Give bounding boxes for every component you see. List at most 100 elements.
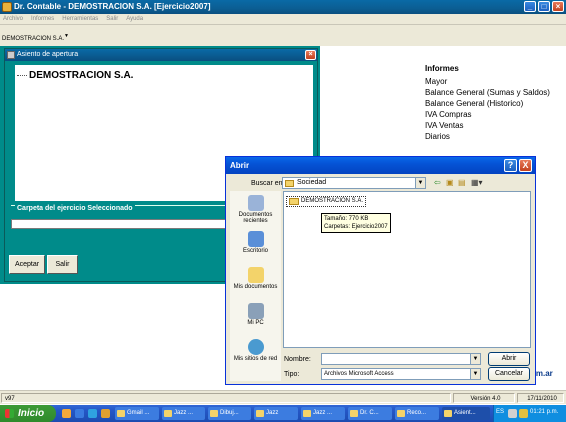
tooltip-size: Tamaño: 770 KB bbox=[324, 216, 369, 222]
menu-bar: Archivo Informes Herramientas Salir Ayud… bbox=[0, 14, 566, 25]
file-name-input[interactable]: ▼ bbox=[321, 353, 481, 365]
task-reco[interactable]: Reco... bbox=[395, 407, 439, 420]
folder-tooltip: Tamaño: 770 KB Carpetas: Ejercicio2007 bbox=[321, 213, 391, 233]
clock: 01:21 p.m. bbox=[530, 409, 559, 415]
menu-archivo[interactable]: Archivo bbox=[0, 14, 26, 25]
language-indicator[interactable]: ES bbox=[496, 409, 504, 415]
look-in-value: Sociedad bbox=[297, 179, 327, 186]
task-icon bbox=[210, 410, 218, 417]
tooltip-folders: Carpetas: Ejercicio2007 bbox=[324, 224, 388, 230]
tray-icon[interactable] bbox=[519, 409, 528, 418]
quicklaunch-icon[interactable] bbox=[101, 409, 110, 418]
chevron-down-icon[interactable]: ▼ bbox=[415, 178, 425, 188]
maximize-button[interactable]: □ bbox=[538, 1, 550, 12]
place-network[interactable]: Mis sitios de red bbox=[230, 339, 281, 362]
task-icon bbox=[350, 410, 358, 417]
status-date: 17/11/2010 bbox=[517, 393, 564, 403]
menu-ayuda[interactable]: Ayuda bbox=[123, 14, 146, 25]
tray-icon[interactable] bbox=[508, 409, 517, 418]
informes-heading: Informes bbox=[425, 64, 459, 73]
recent-documents-icon bbox=[247, 195, 264, 211]
look-in-label: Buscar en: bbox=[251, 180, 285, 187]
back-icon[interactable]: ⇦ bbox=[434, 177, 441, 189]
task-jazz-3[interactable]: Jazz ... bbox=[301, 407, 345, 420]
up-folder-icon[interactable]: ▣ bbox=[446, 177, 454, 189]
open-dialog-title: Abrir bbox=[230, 161, 250, 170]
file-type-value: Archivos Microsoft Access bbox=[324, 371, 394, 377]
task-icon bbox=[444, 410, 452, 417]
status-bar: v97 Versión 4.0 17/11/2010 bbox=[0, 390, 566, 404]
folder-item-company[interactable]: DEMOSTRACION S.A. bbox=[286, 196, 367, 207]
informe-balance-historico[interactable]: Balance General (Historico) bbox=[425, 98, 550, 109]
tree-line bbox=[17, 75, 27, 76]
minimize-button[interactable]: _ bbox=[524, 1, 536, 12]
task-dibujo[interactable]: Dibuj... bbox=[208, 407, 251, 420]
new-folder-icon[interactable]: ▤ bbox=[458, 177, 466, 189]
menu-herramientas[interactable]: Herramientas bbox=[59, 14, 101, 25]
file-type-combo[interactable]: Archivos Microsoft Access ▼ bbox=[321, 368, 481, 380]
task-jazz-2[interactable]: Jazz bbox=[254, 407, 298, 420]
look-in-combo[interactable]: Sociedad ▼ bbox=[282, 177, 426, 189]
task-icon bbox=[397, 410, 405, 417]
desktop-icon bbox=[247, 231, 264, 247]
main-title-bar: Dr. Contable - DEMOSTRACION S.A. [Ejerci… bbox=[0, 0, 566, 14]
help-button[interactable]: ? bbox=[504, 159, 517, 172]
informe-iva-compras[interactable]: IVA Compras bbox=[425, 109, 550, 120]
task-dr-contable[interactable]: Dr. C... bbox=[348, 407, 392, 420]
main-window-title: Dr. Contable - DEMOSTRACION S.A. [Ejerci… bbox=[14, 2, 211, 11]
task-icon bbox=[256, 410, 264, 417]
quicklaunch-icon[interactable] bbox=[75, 409, 84, 418]
informe-mayor[interactable]: Mayor bbox=[425, 76, 550, 87]
dropdown-arrow-icon[interactable]: ▼ bbox=[64, 33, 69, 39]
open-dialog-title-bar: Abrir bbox=[226, 157, 535, 174]
task-jazz-1[interactable]: Jazz ... bbox=[162, 407, 205, 420]
place-desktop[interactable]: Escritorio bbox=[230, 231, 281, 254]
task-icon bbox=[164, 410, 172, 417]
network-icon bbox=[247, 339, 264, 355]
asiento-title-bar: Asiento de apertura bbox=[5, 49, 317, 61]
task-asiento[interactable]: Asient... bbox=[442, 407, 490, 420]
system-tray: ES 01:21 p.m. bbox=[493, 405, 566, 422]
task-icon bbox=[303, 410, 311, 417]
window-icon bbox=[7, 51, 15, 59]
informes-panel: Informes Mayor Balance General (Sumas y … bbox=[425, 64, 550, 142]
accept-button[interactable]: Aceptar bbox=[9, 255, 45, 274]
start-button[interactable]: Inicio bbox=[0, 405, 56, 422]
informe-balance-sumas[interactable]: Balance General (Sumas y Saldos) bbox=[425, 87, 550, 98]
taskbar: Inicio Gmail ... Jazz ... Dibuj... Jazz … bbox=[0, 405, 566, 422]
my-computer-icon bbox=[247, 303, 264, 319]
asiento-title: Asiento de apertura bbox=[17, 51, 79, 58]
view-menu-icon[interactable]: ▦▾ bbox=[471, 177, 483, 189]
asiento-close-button[interactable]: × bbox=[305, 50, 316, 60]
chevron-down-icon[interactable]: ▼ bbox=[470, 354, 480, 364]
carpeta-group-label: Carpeta del ejercicio Seleccionado bbox=[15, 205, 135, 212]
quicklaunch-icon[interactable] bbox=[62, 409, 71, 418]
menu-salir[interactable]: Salir bbox=[103, 14, 121, 25]
place-my-computer[interactable]: Mi PC bbox=[230, 303, 281, 326]
name-label: Nombre: bbox=[284, 356, 311, 363]
informe-diarios[interactable]: Diarios bbox=[425, 131, 550, 142]
informe-iva-ventas[interactable]: IVA Ventas bbox=[425, 120, 550, 131]
open-dialog: Abrir ? X Buscar en: Sociedad ▼ ⇦ ▣ ▤ ▦▾… bbox=[225, 156, 536, 385]
my-documents-icon bbox=[247, 267, 264, 283]
task-icon bbox=[117, 410, 125, 417]
folder-icon bbox=[285, 180, 294, 187]
place-my-documents[interactable]: Mis documentos bbox=[230, 267, 281, 290]
menu-informes[interactable]: Informes bbox=[28, 14, 57, 25]
open-dialog-close-button[interactable]: X bbox=[519, 159, 532, 172]
windows-logo-icon bbox=[5, 409, 14, 418]
exit-button[interactable]: Salir bbox=[47, 255, 78, 274]
close-button[interactable]: × bbox=[552, 1, 564, 12]
company-selector[interactable]: DEMOSTRACION S.A. bbox=[2, 36, 64, 42]
tree-node-company[interactable]: DEMOSTRACION S.A. bbox=[29, 70, 133, 81]
quicklaunch-icon[interactable] bbox=[88, 409, 97, 418]
open-button[interactable]: Abrir bbox=[488, 352, 530, 366]
place-recent[interactable]: Documentos recientes bbox=[230, 195, 281, 224]
folder-item-label: DEMOSTRACION S.A. bbox=[301, 198, 364, 204]
status-version: Versión 4.0 bbox=[453, 393, 515, 403]
cancel-button[interactable]: Cancelar bbox=[488, 367, 530, 381]
chevron-down-icon[interactable]: ▼ bbox=[470, 369, 480, 379]
file-list[interactable]: DEMOSTRACION S.A. Tamaño: 770 KB Carpeta… bbox=[283, 191, 531, 348]
type-label: Tipo: bbox=[284, 371, 300, 378]
task-gmail[interactable]: Gmail ... bbox=[115, 407, 159, 420]
